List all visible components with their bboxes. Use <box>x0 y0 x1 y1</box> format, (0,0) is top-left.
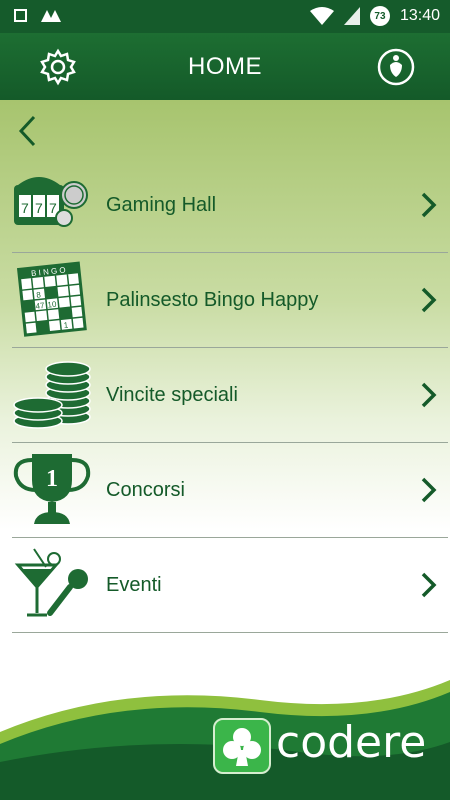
menu-item-label: Vincite speciali <box>106 383 238 406</box>
menu-item-events[interactable]: Eventi <box>12 538 448 633</box>
menu-item-gaming-hall[interactable]: 7 7 7 Gaming Hall <box>12 158 448 253</box>
clock: 13:40 <box>399 7 440 24</box>
chevron-right-icon <box>421 287 437 313</box>
club-logo-icon <box>213 718 271 774</box>
menu-item-bingo[interactable]: B I N G O 8 47 10 1 Palinsesto Bingo Hap… <box>12 253 448 348</box>
svg-text:7: 7 <box>49 200 57 216</box>
menu-item-label: Gaming Hall <box>106 193 217 216</box>
svg-text:7: 7 <box>35 200 43 216</box>
profile-icon[interactable] <box>376 47 416 87</box>
main-content: 7 7 7 Gaming Hall B I N G O 8 47 10 1 Pa… <box>0 100 450 700</box>
cocktail-microphone-icon <box>14 548 88 617</box>
square-icon <box>14 8 27 22</box>
chevron-right-icon <box>421 382 437 408</box>
menu-item-contests[interactable]: 1 Concorsi <box>12 443 448 538</box>
menu-item-label: Eventi <box>106 573 162 596</box>
chevron-right-icon <box>421 477 437 503</box>
wifi-icon <box>309 7 334 25</box>
slot-machine-icon: 7 7 7 <box>14 177 88 227</box>
chevron-right-icon <box>421 192 437 218</box>
cell-signal-icon <box>343 7 360 25</box>
back-arrow-icon[interactable] <box>16 114 40 148</box>
chevron-right-icon <box>421 572 437 598</box>
menu-item-label: Palinsesto Bingo Happy <box>106 288 319 311</box>
svg-text:7: 7 <box>21 200 29 216</box>
trophy-icon: 1 <box>13 454 91 524</box>
coins-icon <box>13 361 91 429</box>
status-bar: 73 13:40 <box>0 0 450 33</box>
bingo-number: 47 <box>35 301 45 311</box>
signal-icon <box>41 10 61 22</box>
bingo-card-icon: B I N G O 8 47 10 1 <box>16 261 87 337</box>
bingo-number: 10 <box>47 300 57 310</box>
notification-badge: 73 <box>369 6 390 26</box>
menu-item-label: Concorsi <box>106 478 185 501</box>
brand-logo-text: codere <box>276 717 427 768</box>
trophy-number: 1 <box>46 466 58 492</box>
app-bar: HOME <box>0 33 450 100</box>
menu-list: 7 7 7 Gaming Hall B I N G O 8 47 10 1 Pa… <box>12 158 448 633</box>
menu-item-special-wins[interactable]: Vincite speciali <box>12 348 448 443</box>
